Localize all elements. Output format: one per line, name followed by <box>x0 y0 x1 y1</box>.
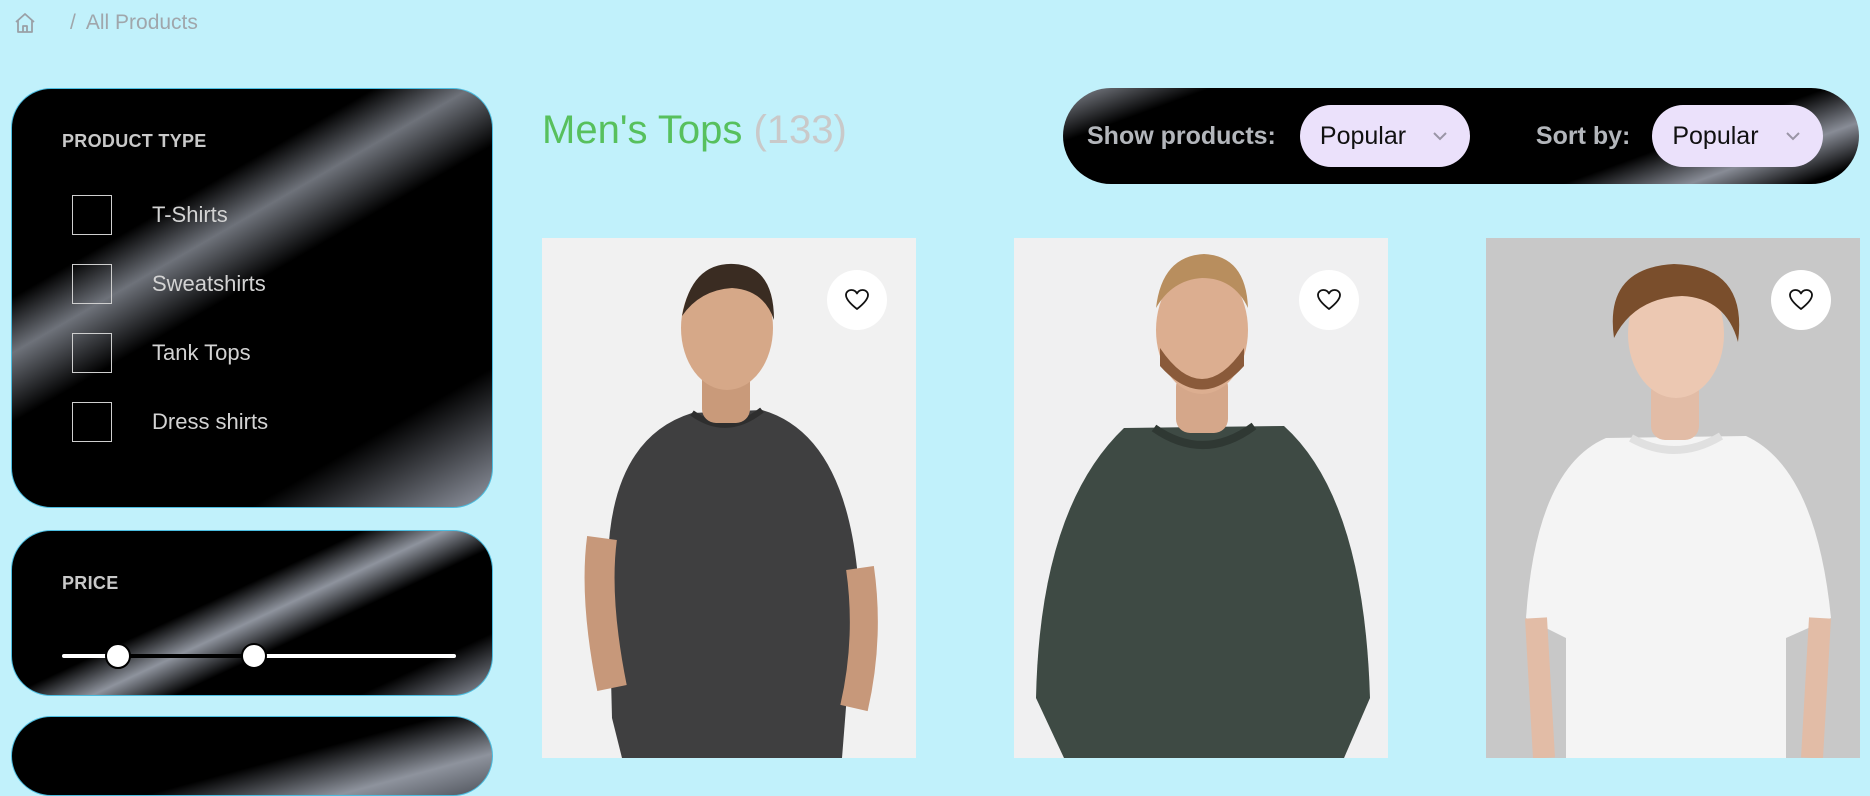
show-products-label: Show products: <box>1087 121 1276 150</box>
favorite-button[interactable] <box>1299 270 1359 330</box>
breadcrumb: / All Products <box>12 8 198 38</box>
additional-filter-panel <box>11 716 493 796</box>
checkbox[interactable] <box>72 195 112 235</box>
filter-option-t-shirts[interactable]: T-Shirts <box>72 195 228 235</box>
home-icon[interactable] <box>12 10 38 36</box>
favorite-button[interactable] <box>1771 270 1831 330</box>
slider-selected-range <box>118 654 254 658</box>
slider-max-handle[interactable] <box>241 643 267 669</box>
breadcrumb-current[interactable]: All Products <box>86 11 198 35</box>
heart-icon <box>1789 289 1813 310</box>
chevron-down-icon <box>1785 127 1801 145</box>
filter-option-tank-tops[interactable]: Tank Tops <box>72 333 251 373</box>
show-products-dropdown[interactable]: Popular <box>1299 105 1470 167</box>
filter-option-label: Dress shirts <box>152 409 269 434</box>
price-range-slider[interactable] <box>62 643 456 669</box>
listing-toolbar: Show products: Popular Sort by: Popular <box>1063 88 1859 184</box>
product-card[interactable] <box>542 238 916 758</box>
product-type-filter: PRODUCT TYPE T-Shirts Sweatshirts Tank T… <box>11 88 493 508</box>
price-title: PRICE <box>62 573 119 593</box>
product-count: (133) <box>753 108 847 152</box>
product-card[interactable] <box>1486 238 1860 758</box>
filter-option-label: Sweatshirts <box>152 271 266 296</box>
product-card[interactable] <box>1014 238 1388 758</box>
slider-min-handle[interactable] <box>105 643 131 669</box>
checkbox[interactable] <box>72 402 112 442</box>
breadcrumb-separator: / <box>70 11 76 34</box>
sort-by-value: Popular <box>1672 121 1759 150</box>
page-title: Men's Tops (133) <box>542 108 847 153</box>
checkbox[interactable] <box>72 264 112 304</box>
show-products-value: Popular <box>1319 121 1407 150</box>
heart-icon <box>845 289 869 310</box>
price-filter: PRICE <box>11 530 493 696</box>
filter-option-label: T-Shirts <box>152 202 228 227</box>
sort-by-label: Sort by: <box>1535 121 1631 150</box>
sort-by-dropdown[interactable]: Popular <box>1652 105 1824 167</box>
heart-icon <box>1317 289 1341 310</box>
product-type-title: PRODUCT TYPE <box>62 131 207 151</box>
category-title: Men's Tops <box>542 108 743 152</box>
checkbox[interactable] <box>72 333 112 373</box>
filter-option-label: Tank Tops <box>152 340 251 365</box>
filter-option-sweatshirts[interactable]: Sweatshirts <box>72 264 266 304</box>
favorite-button[interactable] <box>827 270 887 330</box>
filter-option-dress-shirts[interactable]: Dress shirts <box>72 402 268 442</box>
chevron-down-icon <box>1432 127 1448 145</box>
